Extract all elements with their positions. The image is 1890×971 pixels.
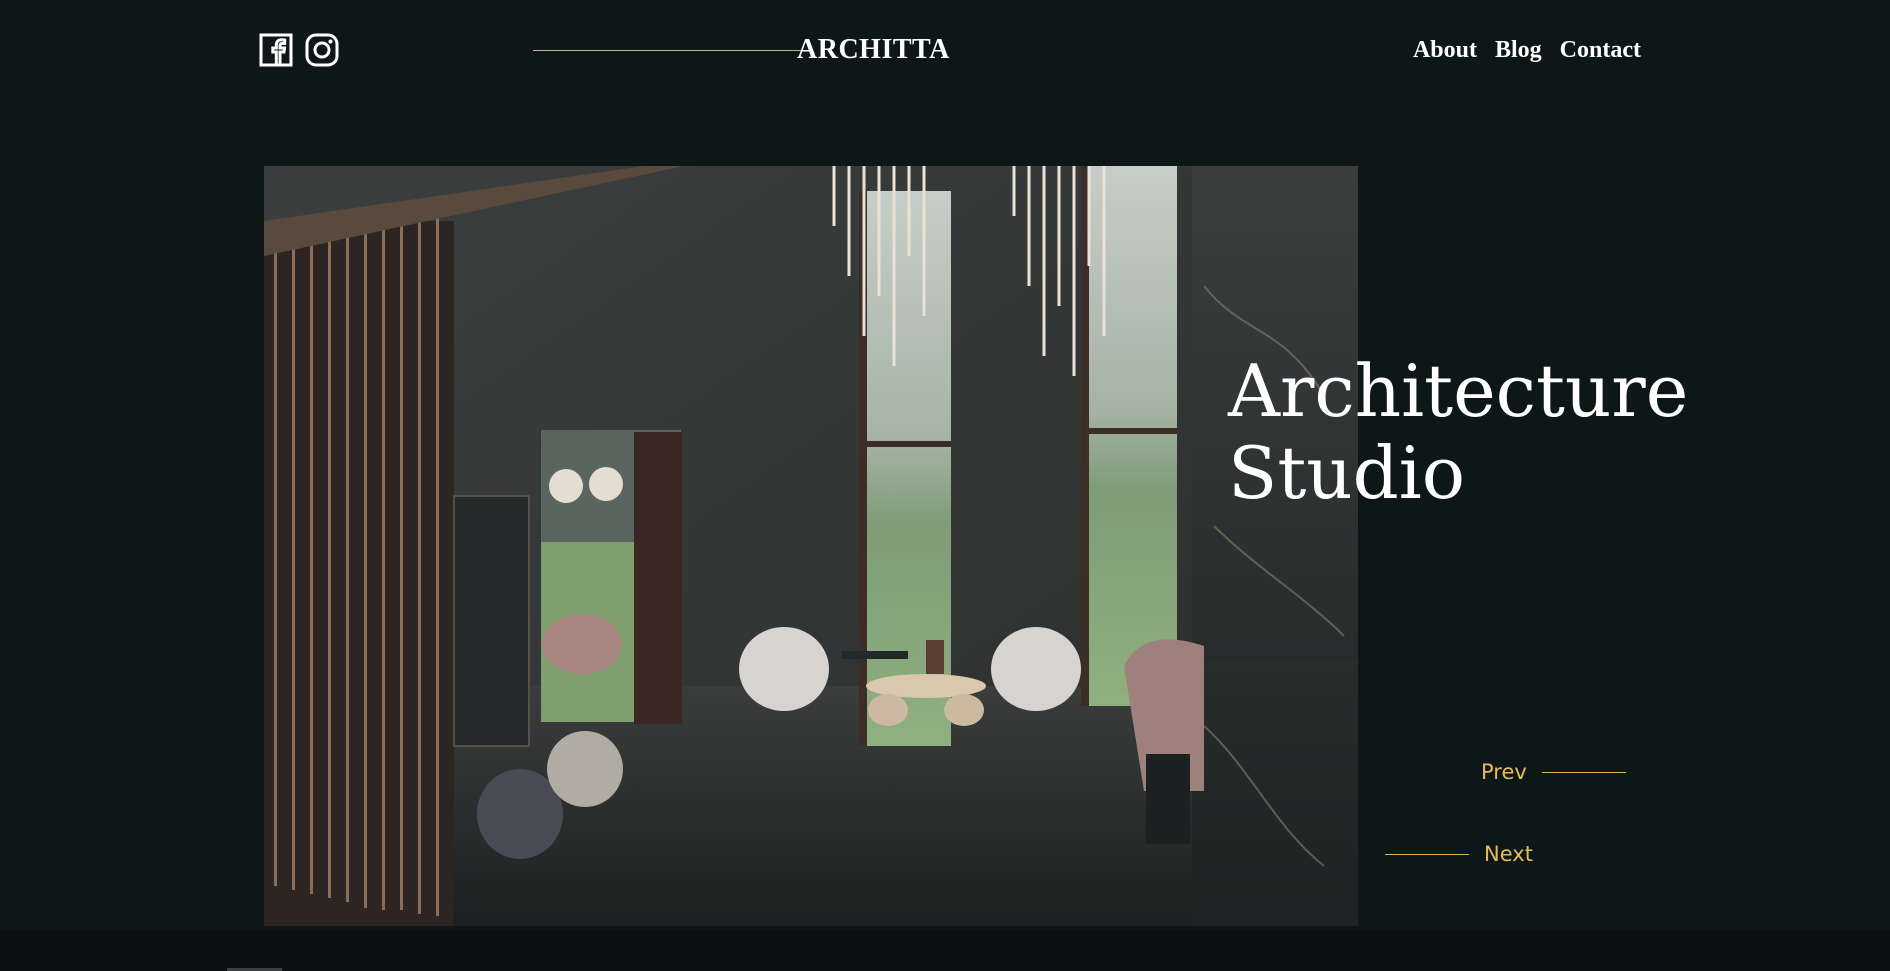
site-logo[interactable]: ARCHITTA bbox=[797, 34, 950, 66]
hero-title-line-2: Studio bbox=[1228, 431, 1466, 515]
hero-image bbox=[264, 166, 1358, 926]
facebook-icon[interactable] bbox=[259, 33, 293, 67]
hero-title-line-1: Architecture bbox=[1228, 349, 1689, 433]
social-links bbox=[259, 33, 339, 67]
main-nav: About Blog Contact bbox=[1413, 37, 1641, 64]
prev-label: Prev bbox=[1481, 760, 1527, 784]
nav-item-blog[interactable]: Blog bbox=[1495, 37, 1542, 64]
nav-item-contact[interactable]: Contact bbox=[1560, 37, 1641, 64]
site-header: ARCHITTA About Blog Contact bbox=[0, 0, 1890, 110]
hero-title: Architecture Studio bbox=[1228, 350, 1688, 514]
next-line bbox=[1385, 853, 1469, 855]
logo-divider-line bbox=[533, 50, 808, 51]
nav-item-about[interactable]: About bbox=[1413, 37, 1477, 64]
next-button[interactable]: Next bbox=[1385, 842, 1533, 866]
bottom-bar bbox=[0, 930, 1890, 971]
page: ARCHITTA About Blog Contact Architecture… bbox=[0, 0, 1890, 971]
instagram-icon[interactable] bbox=[305, 33, 339, 67]
prev-line bbox=[1541, 771, 1626, 773]
prev-button[interactable]: Prev bbox=[1481, 760, 1626, 784]
next-label: Next bbox=[1484, 842, 1533, 866]
